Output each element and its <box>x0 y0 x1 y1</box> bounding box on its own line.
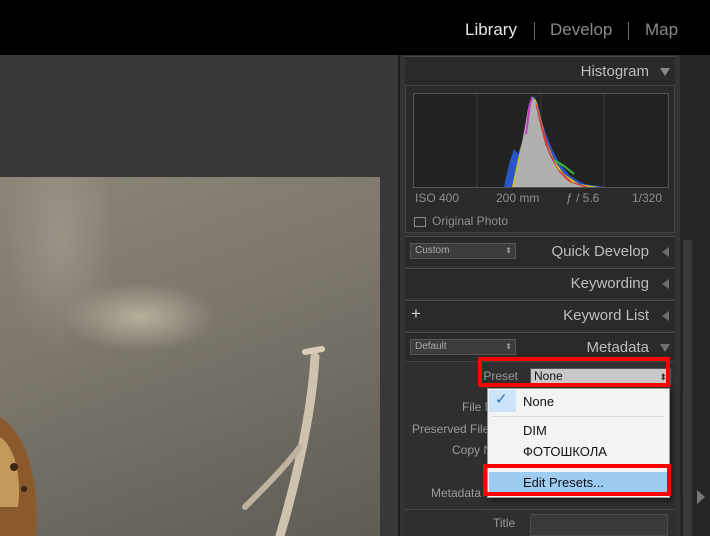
metadata-set-value: Default <box>415 341 447 352</box>
metadata-status-label: Metadata <box>431 486 482 500</box>
metadata-set-select[interactable]: Default ⬍ <box>410 339 516 355</box>
quick-develop-title: Quick Develop <box>551 243 649 260</box>
collapsed-triangle-icon <box>662 247 669 257</box>
module-library[interactable]: Library <box>465 20 517 40</box>
menu-item-none[interactable]: None <box>523 394 554 409</box>
quick-develop-preset-select[interactable]: Custom ⬍ <box>410 243 516 259</box>
metadata-title: Metadata <box>586 339 649 356</box>
copy-name-label: Copy N <box>452 443 493 457</box>
exif-iso: ISO 400 <box>415 191 460 205</box>
histogram-header[interactable]: Histogram <box>405 56 675 86</box>
photo-preview <box>0 177 380 536</box>
histogram-panel: ISO 400 200 mm ƒ / 5.6 1/320 Original Ph… <box>405 85 675 233</box>
original-photo-label: Original Photo <box>432 214 509 228</box>
title-field[interactable] <box>530 514 668 536</box>
keywording-header[interactable]: Keywording <box>405 268 675 298</box>
checkmark-icon: ✓ <box>495 391 508 408</box>
exif-shutter-speed: 1/320 <box>632 191 663 205</box>
preserved-file-name-label: Preserved File <box>412 422 490 436</box>
quick-develop-preset-value: Custom <box>415 245 450 256</box>
collapsed-triangle-icon <box>662 279 669 289</box>
expanded-triangle-icon <box>660 344 670 352</box>
quick-develop-header[interactable]: Custom ⬍ Quick Develop <box>405 236 675 266</box>
original-photo-checkbox[interactable] <box>414 217 426 227</box>
module-divider <box>534 22 535 40</box>
select-arrows-icon: ⬍ <box>505 342 512 351</box>
module-picker: Library Develop Map <box>0 0 710 55</box>
module-develop[interactable]: Develop <box>550 20 612 40</box>
add-keyword-icon[interactable]: + <box>411 304 421 324</box>
keywording-title: Keywording <box>570 275 649 292</box>
panel-scrollbar[interactable] <box>683 240 692 536</box>
collapse-right-panel-icon[interactable] <box>697 490 705 504</box>
module-divider <box>628 22 629 40</box>
module-map[interactable]: Map <box>645 20 678 40</box>
select-arrows-icon: ⬍ <box>505 246 512 255</box>
keyword-list-header[interactable]: + Keyword List <box>405 300 675 330</box>
menu-item-dim[interactable]: DIM <box>523 423 547 438</box>
menu-item-fotoshkola[interactable]: ФОТОШКОЛА <box>523 444 607 459</box>
keyword-list-title: Keyword List <box>563 307 649 324</box>
expanded-triangle-icon <box>660 68 670 76</box>
preset-highlight-box <box>478 357 670 387</box>
title-label: Title <box>493 516 516 530</box>
menu-separator <box>492 416 664 417</box>
collapsed-triangle-icon <box>662 311 669 321</box>
metadata-divider <box>405 509 675 510</box>
edit-presets-highlight-box <box>483 464 671 496</box>
histogram-graph[interactable] <box>413 93 669 188</box>
exif-focal-length: 200 mm <box>496 191 540 205</box>
exif-aperture: ƒ / 5.6 <box>566 191 600 205</box>
histogram-title: Histogram <box>580 63 649 80</box>
